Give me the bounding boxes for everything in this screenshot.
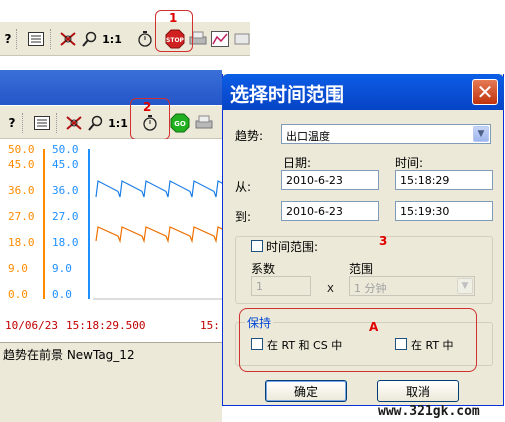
from-date-value: 2010-6-23 [286,174,343,187]
status-bar: 趋势在前景 NewTag_12 [0,342,222,366]
callout-1-number: 1 [169,11,178,25]
callout-a-box [239,308,477,372]
trend-chart [43,149,222,300]
properties-icon[interactable] [32,113,52,133]
to-time-value: 15:19:30 [400,205,450,218]
trend-select[interactable]: 出口温度 ▼ [281,124,491,144]
properties-icon[interactable] [26,29,46,49]
dialog-titlebar: 选择时间范围 ✕ [222,74,504,110]
to-time-input[interactable]: 15:19:30 [395,201,493,221]
help-glyph: ? [4,32,12,46]
zoom-1to1-button[interactable]: 1:1 [108,113,128,133]
lower-background [0,366,222,422]
watermark: www.321gk.com [378,404,480,419]
dialog-title: 选择时间范围 [230,84,345,106]
callout-3-number: 3 [379,234,388,248]
ok-button[interactable]: 确定 [265,380,347,402]
date-header: 日期: [283,156,312,170]
x-axis-time-cut: 15: [200,319,220,332]
zoom-icon[interactable] [86,113,106,133]
cut-trend-icon[interactable] [64,113,84,133]
from-time-value: 15:18:29 [400,174,450,187]
help-glyph: ? [8,116,16,130]
stopwatch-icon[interactable] [135,29,155,49]
trend-window-titlebar [0,70,222,105]
x-axis-time: 15:18:29.500 [66,319,146,332]
print-icon[interactable] [194,113,214,133]
help-icon[interactable]: ? [2,113,22,133]
zoom-1to1-label: 1:1 [108,116,128,130]
zoom-icon[interactable] [80,29,100,49]
status-text: 趋势在前景 NewTag_12 [3,348,135,362]
coef-input[interactable]: 1 [251,276,311,296]
cancel-button[interactable]: 取消 [377,380,459,402]
zoom-1to1-button[interactable]: 1:1 [102,29,122,49]
series-orange-line [95,226,222,244]
chart-icon[interactable] [210,29,230,49]
go-icon-label: GO [174,120,186,128]
chevron-down-icon[interactable]: ▼ [457,278,473,294]
x-axis-date: 10/06/23 [5,319,58,332]
to-date-value: 2010-6-23 [286,205,343,218]
close-glyph: ✕ [476,80,494,104]
trend-select-value: 出口温度 [286,130,330,143]
to-label: 到: [235,210,252,224]
multiply-label: X [327,284,334,295]
close-icon[interactable]: ✕ [472,79,498,105]
time-range-label: 时间范围: [266,240,319,254]
top-toolbar: ? 1:1 STOP [0,22,250,56]
toolbar-grip [22,113,25,133]
range-label: 范围 [349,262,374,276]
coef-label: 系数 [251,262,276,276]
series-blue-line [95,180,222,198]
to-date-input[interactable]: 2010-6-23 [281,201,379,221]
toolbar-grip [50,29,53,49]
toolbar-grip [16,29,19,49]
select-time-range-dialog: 趋势: 出口温度 ▼ 日期: 时间: 从: 2010-6-23 15:18:29… [222,74,504,406]
settings-icon[interactable] [232,29,252,49]
coef-value: 1 [256,280,263,293]
cut-trend-icon[interactable] [58,29,78,49]
trend-plot-area[interactable]: 50.0 45.0 36.0 27.0 18.0 9.0 0.0 50.0 45.0 36.0 2… [0,139,222,342]
time-header: 时间: [395,156,424,170]
from-label: 从: [235,180,252,194]
range-select-value: 1 分钟 [354,282,387,295]
cancel-button-label: 取消 [405,384,430,399]
go-icon[interactable]: GO [170,113,190,133]
chevron-down-icon[interactable]: ▼ [473,126,489,142]
ok-button-label: 确定 [293,384,318,399]
zoom-1to1-label: 1:1 [102,32,122,46]
from-date-input[interactable]: 2010-6-23 [281,170,379,190]
callout-2-number: 2 [143,100,152,114]
from-time-input[interactable]: 15:18:29 [395,170,493,190]
time-range-checkbox[interactable] [251,240,263,252]
toolbar-grip [56,113,59,133]
trend-toolbar: ? 1:1 GO [0,105,222,139]
range-select[interactable]: 1 分钟 ▼ [349,276,475,296]
trend-label: 趋势: [235,129,264,143]
